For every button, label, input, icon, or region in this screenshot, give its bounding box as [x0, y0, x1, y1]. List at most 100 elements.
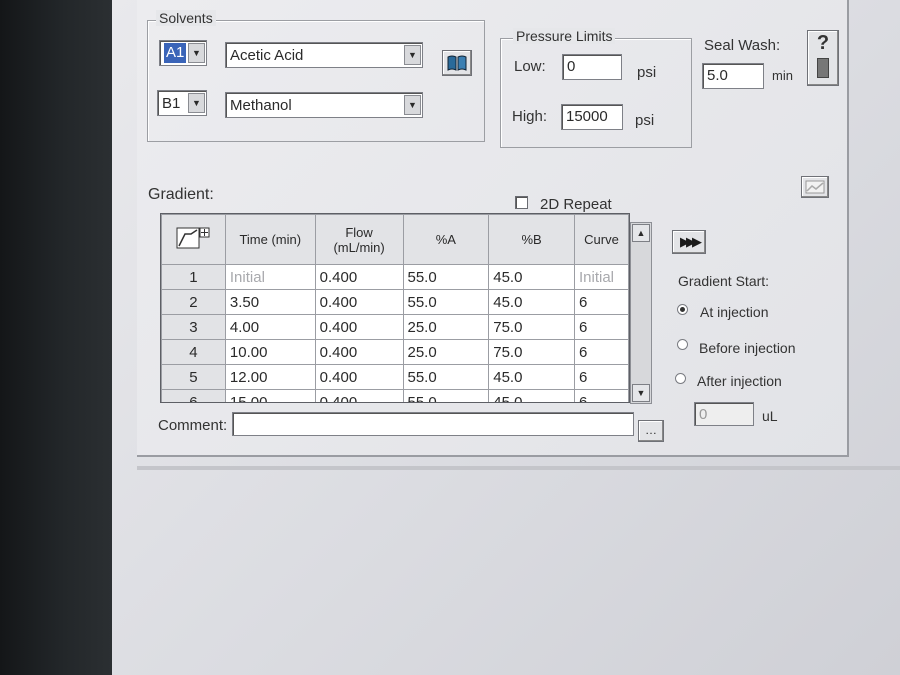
percent-b-cell[interactable]: 75.0	[488, 339, 575, 365]
percent-b-cell[interactable]: 45.0	[488, 364, 575, 390]
chevron-down-icon[interactable]: ▼	[404, 95, 421, 115]
percent-b-cell[interactable]: 45.0	[488, 264, 575, 290]
fast-forward-button[interactable]: ▶▶▶	[672, 230, 706, 254]
curve-cell[interactable]: 6	[574, 314, 629, 340]
comment-input[interactable]	[232, 412, 634, 436]
gradient-table[interactable]: Time (min) Flow (mL/min) %A %B Curve 1 In…	[160, 213, 630, 403]
solvents-group: Solvents	[147, 10, 485, 142]
percent-b-cell[interactable]: 45.0	[488, 289, 575, 315]
percent-a-cell[interactable]: 55.0	[402, 289, 490, 315]
flow-cell[interactable]: 0.400	[314, 339, 404, 365]
gradient-start-title: Gradient Start:	[678, 273, 770, 289]
radio-before-injection[interactable]	[677, 339, 688, 350]
table-row[interactable]: 4 10.00 0.400 25.0 75.0 6	[161, 339, 629, 365]
percent-a-cell[interactable]: 55.0	[402, 264, 490, 290]
row-number-cell[interactable]: 3	[161, 314, 226, 340]
table-row[interactable]: 2 3.50 0.400 55.0 45.0 6	[161, 289, 629, 315]
flow-cell[interactable]: 0.400	[314, 364, 404, 390]
percent-a-cell[interactable]: 55.0	[402, 389, 490, 402]
time-cell[interactable]: Initial	[224, 264, 316, 290]
gradient-curve-icon	[176, 227, 210, 249]
radio-label-after-injection: After injection	[697, 373, 782, 389]
table-row[interactable]: 5 12.00 0.400 55.0 45.0 6	[161, 364, 629, 390]
percent-a-cell[interactable]: 25.0	[402, 339, 490, 365]
time-cell[interactable]: 3.50	[224, 289, 316, 315]
col-header-time[interactable]: Time (min)	[224, 214, 316, 265]
gradient-table-scrollbar[interactable]: ▲ ▼	[630, 222, 652, 404]
table-row[interactable]: 6 15.00 0.400 55.0 45.0 6	[161, 389, 629, 402]
row-number-cell[interactable]: 6	[161, 389, 226, 402]
comment-label: Comment:	[158, 417, 228, 434]
solvent-b-channel-select[interactable]: B1 ▼	[157, 90, 207, 116]
flow-cell[interactable]: 0.400	[314, 314, 404, 340]
flow-cell[interactable]: 0.400	[314, 389, 404, 402]
help-book-icon	[817, 58, 829, 78]
ellipsis-icon: …	[645, 423, 657, 437]
col-header-percent-a[interactable]: %A	[402, 214, 490, 265]
table-row[interactable]: 3 4.00 0.400 25.0 75.0 6	[161, 314, 629, 340]
seal-wash-label: Seal Wash:	[704, 37, 781, 54]
gradient-title: Gradient:	[148, 186, 214, 203]
percent-b-cell[interactable]: 75.0	[488, 314, 575, 340]
solvent-library-button[interactable]	[442, 50, 472, 76]
help-icon: ?	[816, 32, 830, 54]
chart-view-button[interactable]	[801, 176, 829, 198]
radio-after-injection[interactable]	[675, 373, 686, 384]
solvent-a-channel-select[interactable]: A1 ▼	[159, 40, 207, 66]
repeat-2d-checkbox[interactable]	[515, 196, 528, 209]
radio-at-injection[interactable]	[677, 304, 688, 315]
percent-a-cell[interactable]: 25.0	[402, 314, 490, 340]
flow-cell[interactable]: 0.400	[314, 264, 404, 290]
pressure-limits-title: Pressure Limits	[513, 28, 616, 44]
time-cell[interactable]: 15.00	[224, 389, 316, 402]
pressure-high-unit: psi	[635, 112, 655, 129]
repeat-2d-label: 2D Repeat	[540, 196, 612, 213]
seal-wash-unit: min	[772, 68, 793, 83]
pressure-low-input[interactable]: 0	[562, 54, 622, 80]
table-corner[interactable]	[161, 214, 226, 265]
table-row[interactable]: 1 Initial 0.400 55.0 45.0 Initial	[161, 264, 629, 290]
curve-cell[interactable]: 6	[574, 339, 629, 365]
chart-icon	[805, 180, 825, 194]
time-cell[interactable]: 10.00	[224, 339, 316, 365]
fast-forward-icon: ▶▶▶	[680, 234, 702, 249]
col-header-curve[interactable]: Curve	[574, 214, 629, 265]
row-number-cell[interactable]: 5	[161, 364, 226, 390]
radio-label-at-injection: At injection	[700, 304, 769, 320]
percent-a-cell[interactable]: 55.0	[402, 364, 490, 390]
pressure-high-input[interactable]: 15000	[561, 104, 623, 130]
radio-label-before-injection: Before injection	[699, 340, 796, 356]
curve-cell[interactable]: 6	[574, 364, 629, 390]
row-number-cell[interactable]: 2	[161, 289, 226, 315]
injection-volume-input[interactable]: 0	[694, 402, 754, 426]
injection-volume-unit: uL	[762, 408, 778, 424]
curve-cell[interactable]: 6	[574, 289, 629, 315]
time-cell[interactable]: 12.00	[224, 364, 316, 390]
window-bottom-edge	[137, 466, 900, 470]
curve-cell[interactable]: 6	[574, 389, 629, 402]
solvent-a-channel: A1	[164, 43, 187, 63]
help-button[interactable]: ?	[807, 30, 839, 86]
row-number-cell[interactable]: 4	[161, 339, 226, 365]
solvent-b-name-select[interactable]: Methanol ▼	[225, 92, 423, 118]
seal-wash-input[interactable]: 5.0	[702, 63, 764, 89]
solvent-b-name: Methanol	[230, 97, 292, 114]
percent-b-cell[interactable]: 45.0	[488, 389, 575, 402]
solvent-a-name-select[interactable]: Acetic Acid ▼	[225, 42, 423, 68]
pressure-high-label: High:	[512, 108, 548, 125]
chevron-down-icon[interactable]: ▼	[404, 45, 421, 65]
scroll-down-button[interactable]: ▼	[632, 384, 650, 402]
scroll-up-button[interactable]: ▲	[632, 224, 650, 242]
col-header-flow[interactable]: Flow (mL/min)	[314, 214, 404, 265]
chevron-down-icon[interactable]: ▼	[188, 93, 205, 113]
book-icon	[447, 55, 467, 71]
col-header-percent-b[interactable]: %B	[488, 214, 575, 265]
curve-cell[interactable]: Initial	[574, 264, 629, 290]
comment-browse-button[interactable]: …	[638, 420, 664, 442]
flow-cell[interactable]: 0.400	[314, 289, 404, 315]
solvents-title: Solvents	[156, 10, 216, 26]
time-cell[interactable]: 4.00	[224, 314, 316, 340]
chevron-down-icon[interactable]: ▼	[188, 43, 205, 63]
row-number-cell[interactable]: 1	[161, 264, 226, 290]
monitor-bezel	[0, 0, 118, 675]
